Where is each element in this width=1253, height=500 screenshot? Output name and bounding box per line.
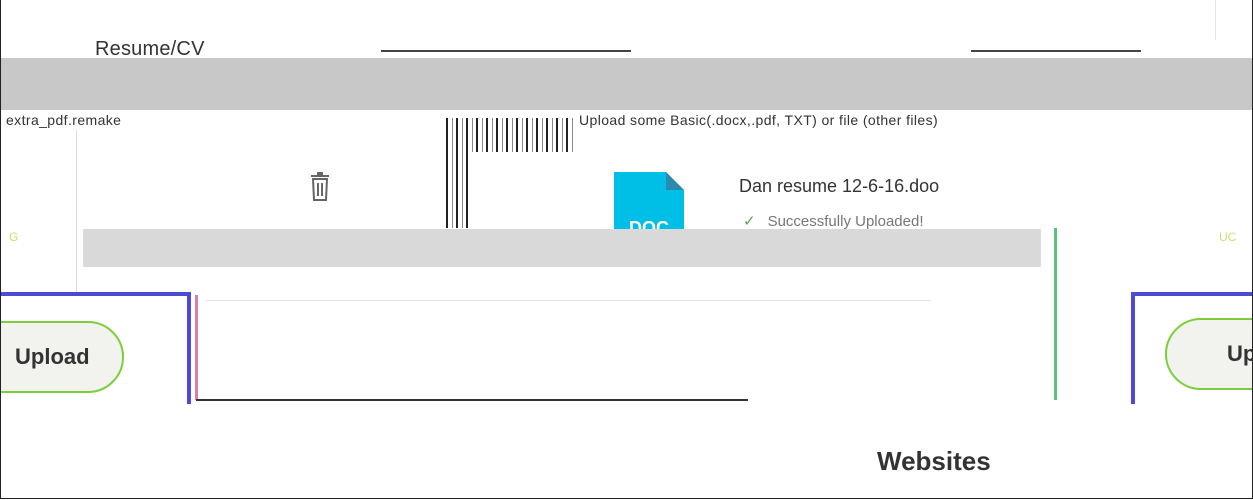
document-icon: DOC [614, 172, 684, 238]
progress-band [83, 229, 1041, 267]
upload-button-label: Upload [15, 344, 90, 369]
divider [195, 295, 198, 400]
divider [971, 50, 1141, 52]
resume-card [76, 130, 447, 300]
check-icon: ✓ [743, 213, 756, 230]
accent-divider [1054, 228, 1057, 400]
description-band [1, 58, 1252, 110]
top-divider [1215, 0, 1216, 40]
upload-button-right-label: Up [1227, 341, 1252, 366]
upload-button[interactable]: Upload [1, 321, 124, 393]
instructions-left-text: extra_pdf.remake [6, 112, 122, 128]
trash-icon[interactable] [307, 172, 333, 202]
divider [381, 50, 631, 52]
websites-heading: Websites [877, 446, 991, 476]
upload-button-right[interactable]: Up [1165, 318, 1252, 390]
instructions-row: extra_pdf.remake Upload some Basic(.docx… [1, 112, 1252, 130]
upload-status-text: Successfully Uploaded! [767, 213, 924, 230]
file-name: Dan resume 12-6-16.doo [739, 176, 940, 196]
divider [196, 399, 748, 401]
profile-page: Resume/CV extra_pdf.remake Upload some B… [0, 0, 1253, 499]
upload-status: ✓ Successfully Uploaded! [743, 212, 924, 230]
faint-label: UC [1219, 230, 1237, 244]
divider [206, 300, 931, 301]
faint-label: G [9, 230, 19, 244]
instructions-right-text: Upload some Basic(.docx,.pdf, TXT) or fi… [579, 112, 939, 128]
